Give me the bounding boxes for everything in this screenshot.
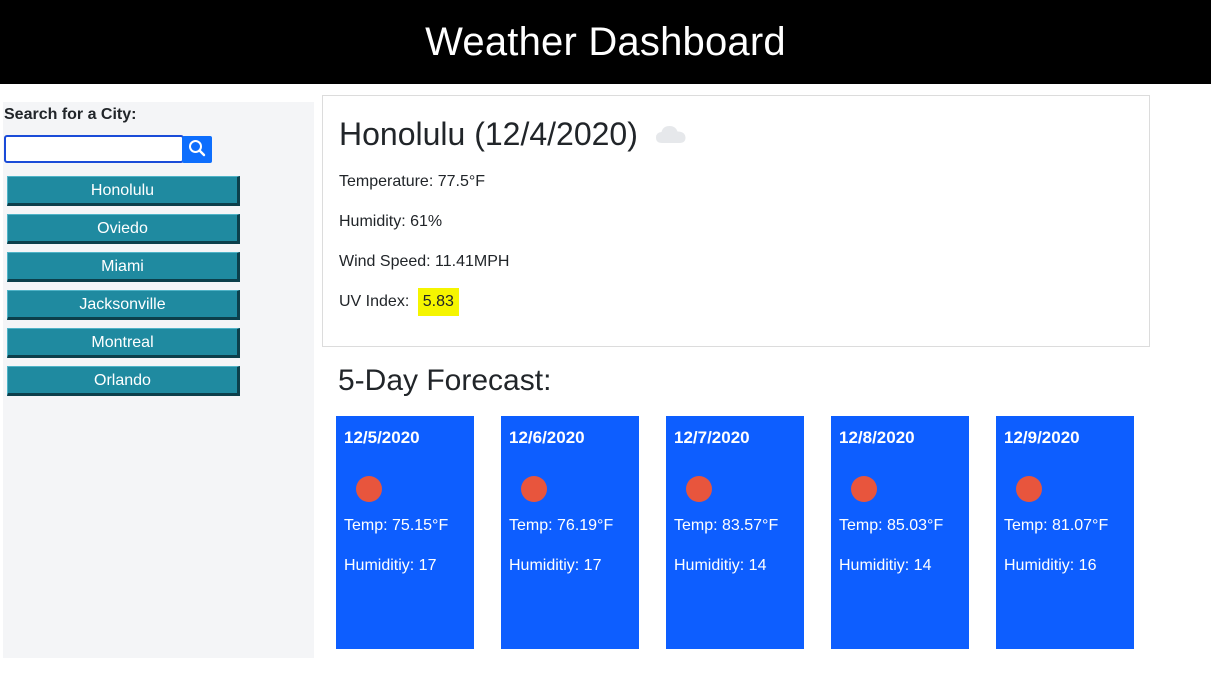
search-label: Search for a City: (4, 106, 137, 123)
forecast-card: 12/7/2020 Temp: 83.57°F Humiditiy: 14 (666, 416, 804, 649)
forecast-date: 12/6/2020 (509, 428, 585, 447)
forecast-card: 12/5/2020 Temp: 75.15°F Humiditiy: 17 (336, 416, 474, 649)
sun-icon (1016, 476, 1042, 502)
sun-icon (851, 476, 877, 502)
forecast-date: 12/5/2020 (344, 428, 420, 447)
page-title: Weather Dashboard (425, 19, 786, 64)
forecast-card: 12/9/2020 Temp: 81.07°F Humiditiy: 16 (996, 416, 1134, 649)
forecast-humidity: Humiditiy: 14 (674, 557, 767, 574)
city-button-oviedo[interactable]: Oviedo (7, 214, 240, 244)
cloud-icon (654, 116, 688, 153)
city-button-orlando[interactable]: Orlando (7, 366, 240, 396)
search-input[interactable] (4, 135, 184, 163)
current-temperature: Temperature: 77.5°F (339, 173, 486, 190)
forecast-title: 5-Day Forecast: (338, 364, 552, 397)
sun-icon (686, 476, 712, 502)
city-button-montreal[interactable]: Montreal (7, 328, 240, 358)
forecast-date: 12/8/2020 (839, 428, 915, 447)
sidebar: Search for a City: Honolulu Oviedo Miami… (3, 102, 314, 658)
forecast-card: 12/6/2020 Temp: 76.19°F Humiditiy: 17 (501, 416, 639, 649)
city-button-honolulu[interactable]: Honolulu (7, 176, 240, 206)
page-header: Weather Dashboard (0, 0, 1211, 84)
forecast-humidity: Humiditiy: 17 (344, 557, 437, 574)
forecast-humidity: Humiditiy: 16 (1004, 557, 1097, 574)
sun-icon (521, 476, 547, 502)
city-history-list: Honolulu Oviedo Miami Jacksonville Montr… (7, 176, 240, 404)
current-humidity: Humidity: 61% (339, 213, 443, 230)
forecast-humidity: Humiditiy: 17 (509, 557, 602, 574)
current-uv-index: UV Index: 5.83 (339, 288, 459, 316)
city-button-jacksonville[interactable]: Jacksonville (7, 290, 240, 320)
forecast-temp: Temp: 76.19°F (509, 517, 614, 534)
forecast-temp: Temp: 81.07°F (1004, 517, 1109, 534)
forecast-temp: Temp: 85.03°F (839, 517, 944, 534)
sun-icon (356, 476, 382, 502)
forecast-date: 12/9/2020 (1004, 428, 1080, 447)
forecast-temp: Temp: 75.15°F (344, 517, 449, 534)
current-wind-speed: Wind Speed: 11.41MPH (339, 253, 510, 270)
search-icon (188, 139, 206, 160)
forecast-humidity: Humiditiy: 14 (839, 557, 932, 574)
current-weather-card: Honolulu (12/4/2020) Temperature: 77.5°F… (322, 95, 1150, 347)
forecast-temp: Temp: 83.57°F (674, 517, 779, 534)
forecast-card: 12/8/2020 Temp: 85.03°F Humiditiy: 14 (831, 416, 969, 649)
uv-index-label: UV Index: (339, 293, 410, 310)
current-weather-heading: Honolulu (12/4/2020) (339, 116, 688, 153)
city-button-miami[interactable]: Miami (7, 252, 240, 282)
forecast-date: 12/7/2020 (674, 428, 750, 447)
current-city-title: Honolulu (12/4/2020) (339, 116, 638, 152)
search-button[interactable] (182, 136, 212, 163)
uv-index-badge: 5.83 (417, 288, 459, 316)
